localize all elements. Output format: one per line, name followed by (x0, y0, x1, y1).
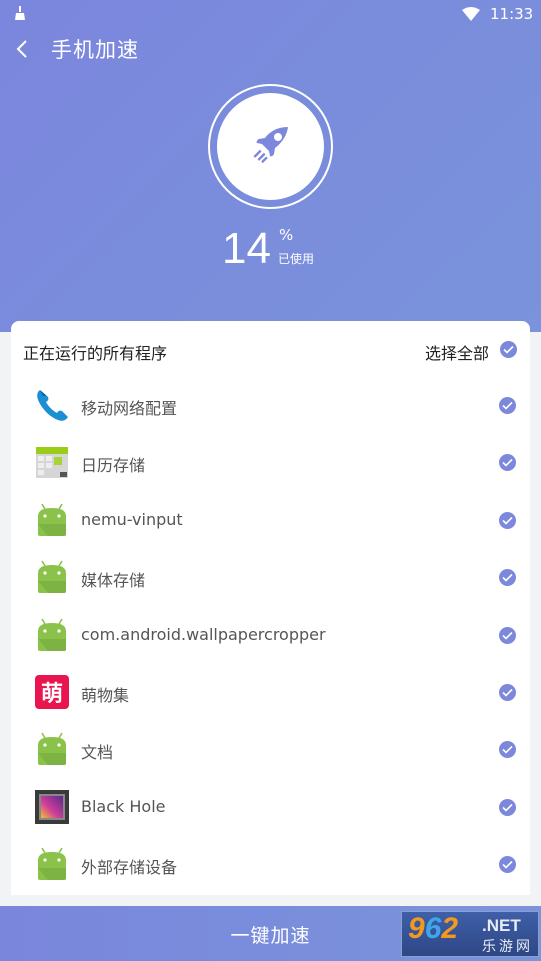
app-name: Black Hole (81, 796, 166, 816)
app-row[interactable]: com.android.wallpapercropper (11, 607, 530, 664)
app-name: 日历存储 (81, 456, 146, 476)
app-row[interactable]: nemu-vinput (11, 492, 530, 549)
checkmark-icon (502, 631, 513, 640)
checkmark-icon (502, 574, 513, 582)
chevron-left-icon (16, 40, 27, 58)
app-checkbox[interactable] (499, 397, 516, 414)
android-icon (38, 732, 66, 766)
phone-icon (37, 390, 68, 421)
app-checkbox[interactable] (499, 626, 516, 644)
checkmark-icon (502, 401, 513, 410)
watermark-suffix: .NET (482, 916, 521, 935)
checkmark-icon (502, 803, 513, 812)
toolbar: 手机加速 (0, 28, 541, 68)
checkmark-icon (503, 345, 514, 354)
app-checkbox[interactable] (499, 683, 516, 701)
back-button[interactable] (10, 32, 38, 64)
hero-banner: 11:33 手机加速 14 % 已使用 (0, 0, 541, 332)
app-name: 移动网络配置 (81, 399, 178, 418)
wifi-icon (462, 7, 480, 21)
checkmark-icon (502, 688, 513, 697)
app-row[interactable]: Black Hole (11, 779, 530, 836)
app-checkbox[interactable] (499, 798, 516, 816)
app-checkbox[interactable] (499, 569, 516, 587)
usage-label: 已使用 (278, 252, 315, 266)
app-name: nemu-vinput (81, 509, 183, 529)
android-icon (38, 847, 66, 881)
checkmark-icon (502, 861, 513, 869)
app-name: 萌物集 (81, 685, 130, 705)
app-name: com.android.wallpapercropper (81, 624, 326, 644)
checkmark-icon (502, 746, 513, 754)
android-icon (38, 503, 66, 536)
app-checkbox[interactable] (499, 856, 516, 874)
usage-ring (208, 84, 333, 209)
select-all-button[interactable]: 选择全部 (425, 340, 489, 364)
app-row[interactable]: 移动网络配置 (11, 377, 530, 434)
app-checkbox[interactable] (499, 741, 516, 759)
checkmark-icon (502, 516, 513, 525)
status-time: 11:33 (490, 5, 534, 23)
app-name: 媒体存储 (81, 571, 146, 591)
app-row[interactable]: 媒体存储 (11, 549, 530, 606)
select-all-checkbox[interactable] (500, 341, 517, 358)
app-name: 外部存储设备 (81, 858, 178, 878)
mengwuji-app-icon: 萌 (35, 674, 69, 709)
checkmark-icon (502, 459, 513, 468)
android-icon (38, 618, 66, 651)
android-icon (38, 560, 66, 594)
status-bar: 11:33 (0, 0, 541, 28)
svg-text:萌: 萌 (41, 682, 63, 707)
running-apps-card: 正在运行的所有程序 选择全部 移动网络配置 日历存储 nemu-vinput 媒… (11, 321, 530, 895)
watermark-logo: 962 .NET 乐游网 (401, 911, 539, 957)
watermark-number: 962 (408, 912, 459, 945)
card-header: 正在运行的所有程序 选择全部 (11, 321, 530, 377)
app-checkbox[interactable] (499, 454, 516, 472)
app-row[interactable]: 文档 (11, 721, 530, 778)
running-apps-title: 正在运行的所有程序 (23, 344, 168, 363)
rocket-circle (217, 93, 324, 200)
app-row[interactable]: 外部存储设备 (11, 836, 530, 893)
cleaner-broom-icon (15, 6, 25, 20)
app-row[interactable]: 日历存储 (11, 434, 530, 491)
watermark-subtitle: 乐游网 (482, 939, 533, 955)
usage-value: 14 (222, 224, 271, 273)
usage-unit: % (279, 226, 294, 244)
rocket-icon (253, 127, 288, 164)
app-checkbox[interactable] (499, 511, 516, 529)
app-list: 移动网络配置 日历存储 nemu-vinput 媒体存储 com.android… (11, 377, 530, 894)
app-row[interactable]: 萌 萌物集 (11, 664, 530, 721)
calendar-icon (36, 447, 68, 479)
black-hole-app-icon (35, 789, 69, 824)
page-title: 手机加速 (51, 38, 139, 62)
app-name: 文档 (81, 743, 114, 763)
